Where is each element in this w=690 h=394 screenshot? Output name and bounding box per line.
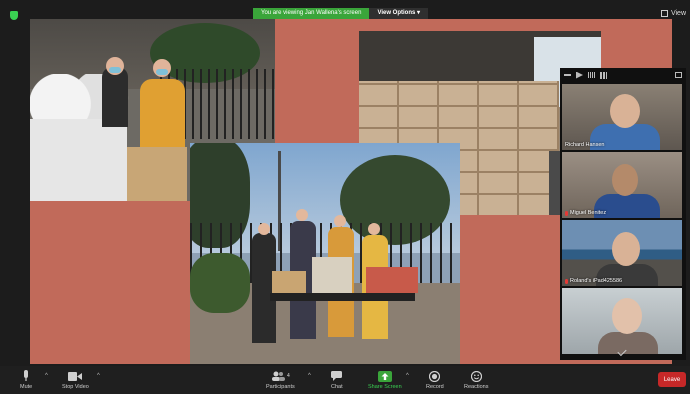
record-icon xyxy=(429,370,441,382)
participant-gallery: Richard Hansen Miguel Benitez Roland's i… xyxy=(560,68,686,360)
reactions-label: Reactions xyxy=(464,384,489,390)
view-layout-icon xyxy=(660,10,668,17)
view-options-button[interactable]: View Options xyxy=(369,8,429,19)
view-button[interactable]: View xyxy=(660,10,686,17)
leave-button[interactable]: Leave xyxy=(658,372,686,387)
participant-video xyxy=(598,332,658,354)
participant-tile[interactable]: Miguel Benitez xyxy=(562,152,682,218)
mute-button[interactable]: Mute xyxy=(20,366,32,394)
participants-icon xyxy=(271,371,285,381)
share-screen-button[interactable]: Share Screen xyxy=(368,366,402,394)
volunteers-group-photo xyxy=(190,143,460,364)
chat-label: Chat xyxy=(331,384,343,390)
participant-name: Roland's iPad425586 xyxy=(565,278,622,284)
screen-share-banner: You are viewing Jan Wallena's screen Vie… xyxy=(253,8,429,19)
participant-name: Miguel Benitez xyxy=(565,210,606,216)
speaker-view-icon[interactable] xyxy=(588,72,595,78)
participant-tile[interactable]: Roland's iPad425586 xyxy=(562,220,682,286)
smiley-reaction-icon xyxy=(470,370,482,382)
participants-caret-icon[interactable]: ^ xyxy=(308,373,311,379)
participant-name: Richard Hansen xyxy=(565,142,605,148)
stop-video-label: Stop Video xyxy=(62,384,89,390)
security-shield-icon[interactable] xyxy=(10,11,18,20)
gallery-view-icon[interactable] xyxy=(600,71,607,79)
participant-tile[interactable]: Richard Hansen xyxy=(562,84,682,150)
view-button-label: View xyxy=(670,10,686,17)
minimize-icon[interactable] xyxy=(564,74,571,76)
chat-bubble-icon xyxy=(331,371,343,381)
video-options-caret-icon[interactable]: ^ xyxy=(97,373,100,379)
stop-video-button[interactable]: Stop Video xyxy=(62,366,89,394)
participants-label: Participants xyxy=(266,384,295,390)
microphone-icon xyxy=(24,370,29,381)
zoom-window: You are viewing Jan Wallena's screen Vie… xyxy=(0,0,690,394)
muted-mic-icon xyxy=(565,278,568,284)
mute-label: Mute xyxy=(20,384,33,390)
exit-fullscreen-icon[interactable] xyxy=(675,72,682,78)
collapse-video-icon[interactable] xyxy=(576,71,583,79)
record-label: Record xyxy=(426,384,444,390)
gallery-controls xyxy=(560,68,686,82)
meeting-toolbar: Mute ^ Stop Video ^ 4 Participants ^ Cha… xyxy=(0,366,690,394)
record-button[interactable]: Record xyxy=(426,366,444,394)
viewing-screen-status: You are viewing Jan Wallena's screen xyxy=(253,8,370,19)
muted-mic-icon xyxy=(565,210,568,216)
participants-count: 4 xyxy=(286,373,290,379)
audio-options-caret-icon[interactable]: ^ xyxy=(45,373,48,379)
video-camera-icon xyxy=(68,371,83,381)
share-screen-icon xyxy=(377,370,392,382)
share-screen-label: Share Screen xyxy=(368,384,402,390)
participants-button[interactable]: 4 Participants xyxy=(266,366,295,394)
share-options-caret-icon[interactable]: ^ xyxy=(406,373,409,379)
chat-button[interactable]: Chat xyxy=(331,366,343,394)
reactions-button[interactable]: Reactions xyxy=(464,366,488,394)
participant-tile[interactable] xyxy=(562,288,682,354)
